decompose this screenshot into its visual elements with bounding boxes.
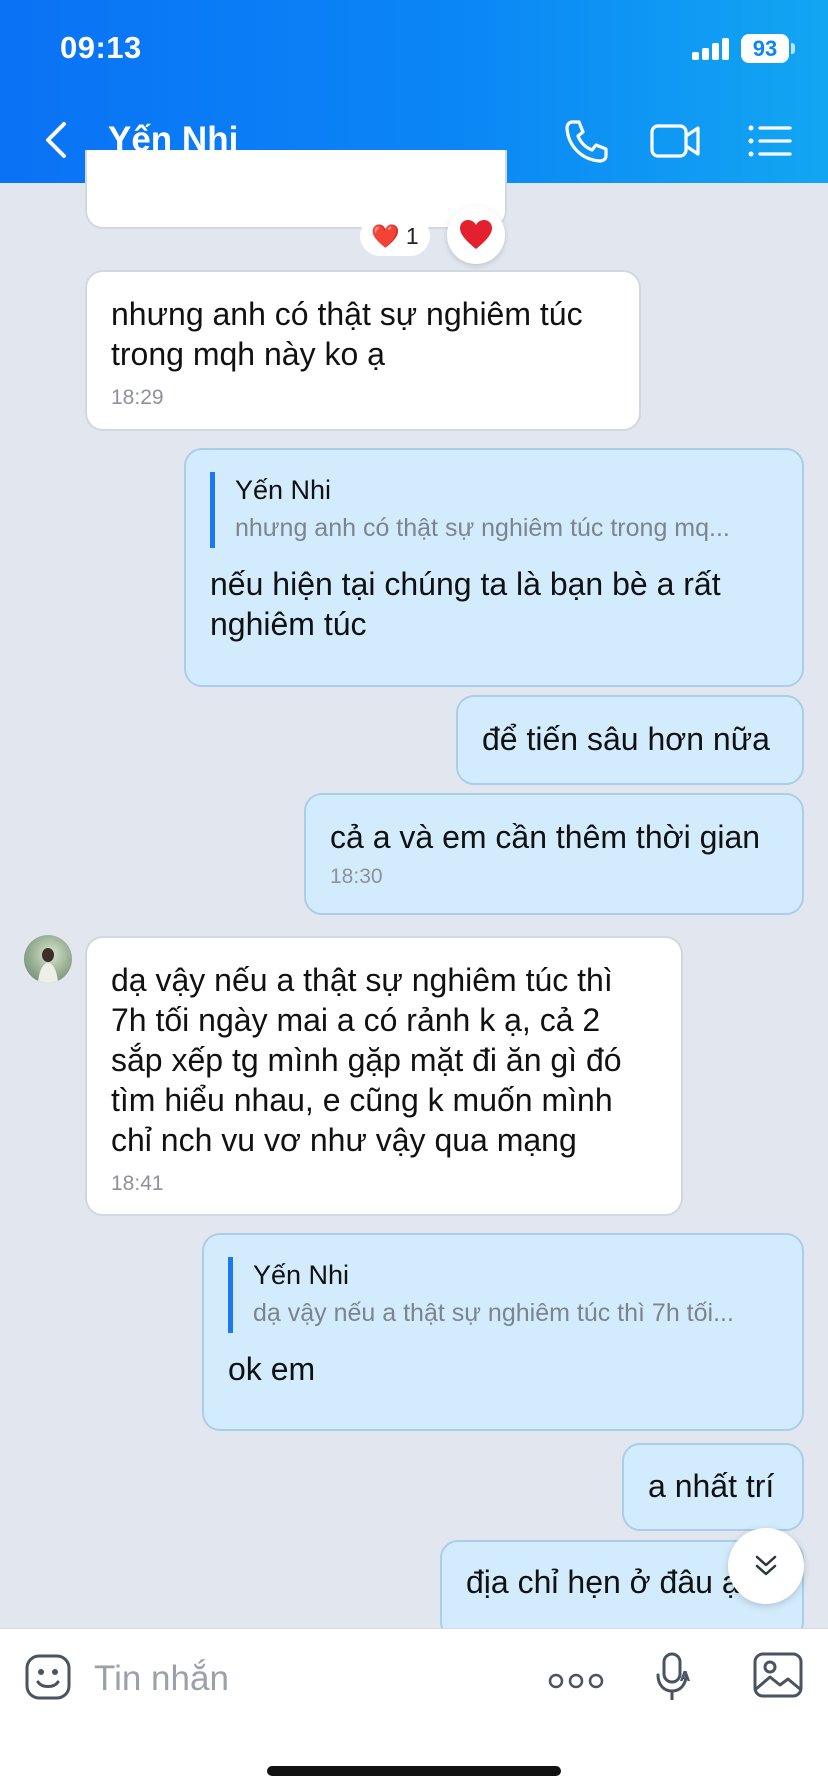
message-time: 18:29 — [111, 386, 164, 409]
options-menu-button[interactable] — [746, 116, 798, 166]
phone-call-button[interactable] — [560, 116, 612, 166]
message-time: 18:41 — [111, 1172, 164, 1195]
quote-text: dạ vậy nếu a thật sự nghiêm túc thì 7h t… — [253, 1299, 734, 1327]
more-dots-icon — [548, 1673, 604, 1689]
battery-indicator: 93 — [741, 34, 789, 63]
outgoing-message[interactable]: cả a và em cần thêm thời gian 18:30 — [304, 793, 804, 915]
quote-text: nhưng anh có thật sự nghiêm túc trong mq… — [235, 514, 730, 542]
outgoing-message[interactable]: a nhất trí — [622, 1443, 804, 1531]
emoji-sticker-icon — [25, 1654, 71, 1700]
message-text: a nhất trí — [648, 1468, 775, 1504]
more-options-button[interactable] — [548, 1671, 604, 1696]
contact-avatar[interactable] — [24, 935, 72, 983]
reaction-count: 1 — [405, 222, 419, 249]
message-text: để tiến sâu hơn nữa — [482, 721, 770, 757]
svg-text:A: A — [680, 1670, 690, 1685]
voice-message-button[interactable]: A — [654, 1651, 694, 1708]
scroll-to-bottom-button[interactable] — [728, 1528, 804, 1604]
incoming-message[interactable]: nhưng anh có thật sự nghiêm túc trong mq… — [85, 270, 641, 431]
signal-icon — [692, 38, 732, 60]
reaction-summary[interactable]: ❤️ 1 — [360, 216, 430, 256]
react-heart-button[interactable] — [447, 206, 505, 264]
image-icon — [753, 1652, 803, 1698]
double-chevron-down-icon — [755, 1555, 777, 1576]
reply-quote[interactable]: Yến Nhi dạ vậy nếu a thật sự nghiêm túc … — [228, 1257, 778, 1333]
message-text: nếu hiện tại chúng ta là bạn bè a rất ng… — [210, 566, 721, 642]
back-button[interactable] — [38, 118, 78, 162]
list-menu-icon — [748, 125, 792, 157]
message-text: cả a và em cần thêm thời gian — [330, 819, 761, 855]
incoming-message[interactable]: dạ vậy nếu a thật sự nghiêm túc thì 7h t… — [85, 936, 683, 1216]
microphone-icon: A — [656, 1652, 690, 1700]
home-indicator[interactable] — [267, 1766, 561, 1776]
outgoing-message-reply[interactable]: Yến Nhi dạ vậy nếu a thật sự nghiêm túc … — [202, 1233, 804, 1431]
quote-author: Yến Nhi — [253, 1260, 350, 1290]
sticker-button[interactable] — [24, 1653, 72, 1706]
reply-quote[interactable]: Yến Nhi nhưng anh có thật sự nghiêm túc … — [210, 472, 778, 548]
message-bubble-partial[interactable] — [85, 150, 507, 229]
message-text: ok em — [228, 1351, 316, 1387]
heart-reaction-icon: ❤️ — [371, 222, 400, 249]
message-text: nhưng anh có thật sự nghiêm túc trong mq… — [111, 296, 583, 372]
message-input[interactable]: Tin nhắn — [94, 1659, 229, 1699]
outgoing-message-reply[interactable]: Yến Nhi nhưng anh có thật sự nghiêm túc … — [184, 448, 804, 687]
message-text: dạ vậy nếu a thật sự nghiêm túc thì 7h t… — [111, 962, 622, 1158]
status-time: 09:13 — [60, 30, 142, 65]
outgoing-message[interactable]: để tiến sâu hơn nữa — [456, 695, 804, 785]
message-time: 18:30 — [330, 865, 383, 888]
video-camera-icon — [650, 124, 700, 158]
video-call-button[interactable] — [648, 116, 704, 166]
image-attach-button[interactable] — [752, 1651, 804, 1704]
heart-icon — [460, 220, 492, 249]
phone-icon — [565, 120, 608, 163]
quote-author: Yến Nhi — [235, 475, 332, 505]
battery-tip — [791, 43, 795, 54]
